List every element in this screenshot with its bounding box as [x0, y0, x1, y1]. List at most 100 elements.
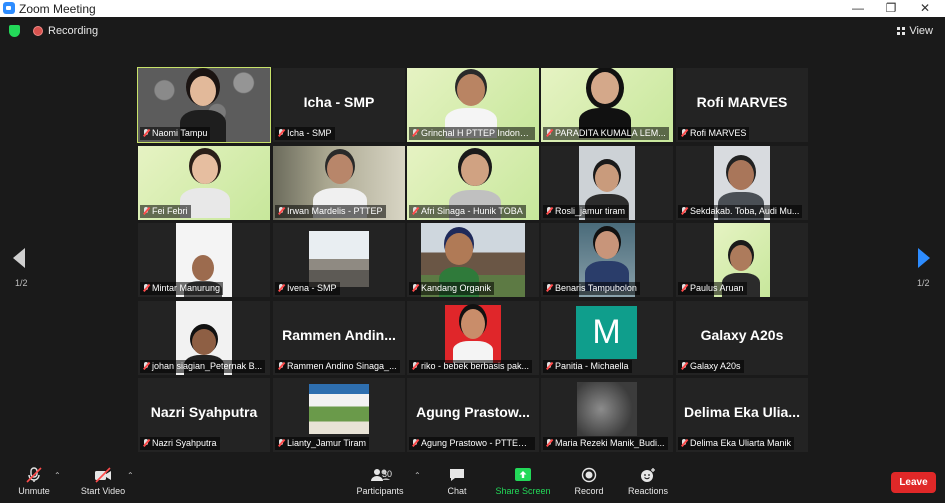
participant-tile[interactable]: Grinchal H PTTEP Indone...: [407, 68, 539, 142]
participant-tile[interactable]: Lianty_Jamur Tiram: [273, 378, 405, 452]
page-indicator-right: 1/2: [917, 278, 930, 288]
unmute-button[interactable]: Unmute: [14, 463, 54, 496]
video-off-icon: [95, 467, 111, 483]
participant-display-name: Agung Prastow...: [416, 404, 530, 420]
zoom-app-icon: [3, 2, 15, 14]
share-screen-label: Share Screen: [495, 486, 551, 496]
participant-name-label: Icha - SMP: [275, 127, 335, 140]
participant-tile[interactable]: Rosli_jamur tiram: [541, 146, 673, 220]
participant-tile[interactable]: Rammen Andin... Rammen Andino Sinaga_...: [273, 301, 405, 375]
restore-button[interactable]: ❐: [876, 0, 906, 17]
participant-tile[interactable]: Kandang Organik: [407, 223, 539, 297]
muted-mic-icon: [546, 439, 552, 447]
participant-tile[interactable]: Nazri Syahputra Nazri Syahputra: [138, 378, 270, 452]
meeting-topbar: Recording View: [0, 17, 945, 45]
muted-mic-icon: [143, 284, 149, 292]
participant-name-label: Sekdakab. Toba, Audi Mu...: [678, 205, 803, 218]
participant-tile[interactable]: Fei Febri: [138, 146, 270, 220]
participant-name-label: Rofi MARVES: [678, 127, 750, 140]
window-titlebar: Zoom Meeting — ❐ ✕: [0, 0, 945, 17]
participant-tile[interactable]: Rofi MARVES Rofi MARVES: [676, 68, 808, 142]
leave-button[interactable]: Leave: [891, 472, 936, 493]
muted-mic-icon: [278, 129, 284, 137]
view-label: View: [909, 25, 933, 37]
participant-name-label: Rosli_jamur tiram: [543, 205, 629, 218]
participant-video: [309, 231, 369, 287]
participant-video: [309, 384, 369, 434]
muted-mic-icon: [412, 439, 418, 447]
participant-name-label: Nazri Syahputra: [140, 437, 220, 450]
reactions-smiley-icon: [641, 468, 655, 482]
record-label: Record: [574, 486, 604, 496]
participant-name-label: Afri Sinaga - Hunik TOBA: [409, 205, 526, 218]
muted-mic-icon: [681, 284, 687, 292]
page-indicator-left: 1/2: [15, 278, 28, 288]
participant-tile[interactable]: PARADITA KUMALA LEM...: [541, 68, 673, 142]
meeting-toolbar: Unmute ⌃ Start Video ⌃ 30 Participants ⌃…: [0, 463, 945, 503]
participant-tile[interactable]: Galaxy A20s Galaxy A20s: [676, 301, 808, 375]
record-icon: [581, 467, 597, 483]
chat-icon: [450, 469, 464, 481]
participants-label: Participants: [356, 486, 404, 496]
previous-page-arrow-icon[interactable]: [13, 248, 25, 268]
window-title: Zoom Meeting: [19, 2, 96, 16]
muted-mic-icon: [143, 362, 149, 370]
participant-tile[interactable]: Maria Rezeki Manik_Budi...: [541, 378, 673, 452]
participants-options-caret-icon[interactable]: ⌃: [414, 471, 421, 480]
participant-name-label: johan siagian_Peternak B...: [140, 360, 266, 373]
participant-name-label: Benaris Tampubolon: [543, 282, 640, 295]
close-button[interactable]: ✕: [910, 0, 940, 17]
participant-tile[interactable]: Mintar Manurung: [138, 223, 270, 297]
start-video-label: Start Video: [80, 486, 126, 496]
participant-display-name: Nazri Syahputra: [150, 404, 258, 420]
muted-microphone-icon: [26, 467, 42, 483]
next-page-arrow-icon[interactable]: [918, 248, 930, 268]
participant-avatar: M: [576, 306, 637, 359]
participants-count: 30: [382, 469, 393, 479]
audio-options-caret-icon[interactable]: ⌃: [54, 471, 61, 480]
participant-tile[interactable]: M Panitia - Michaella: [541, 301, 673, 375]
participant-name-label: Irwan Mardelis - PTTEP: [275, 205, 386, 218]
participant-tile[interactable]: Benaris Tampubolon: [541, 223, 673, 297]
participant-tile[interactable]: riko - bebek berbasis pak...: [407, 301, 539, 375]
unmute-label: Unmute: [18, 486, 50, 496]
chat-label: Chat: [447, 486, 467, 496]
participant-tile[interactable]: Afri Sinaga - Hunik TOBA: [407, 146, 539, 220]
shield-icon[interactable]: [9, 25, 20, 37]
participant-tile[interactable]: Sekdakab. Toba, Audi Mu...: [676, 146, 808, 220]
participant-name-label: Galaxy A20s: [678, 360, 744, 373]
reactions-label: Reactions: [627, 486, 669, 496]
start-video-button[interactable]: Start Video: [76, 463, 130, 496]
participant-video: [577, 382, 637, 436]
participant-name-label: Panitia - Michaella: [543, 360, 632, 373]
muted-mic-icon: [278, 207, 284, 215]
record-button[interactable]: Record: [572, 463, 606, 496]
muted-mic-icon: [412, 284, 418, 292]
participants-button[interactable]: 30 Participants: [352, 463, 408, 496]
muted-mic-icon: [143, 129, 149, 137]
muted-mic-icon: [143, 439, 149, 447]
participant-tile[interactable]: Icha - SMP Icha - SMP: [273, 68, 405, 142]
view-button[interactable]: View: [897, 25, 933, 37]
muted-mic-icon: [412, 362, 418, 370]
participant-tile[interactable]: Paulus Aruan: [676, 223, 808, 297]
participant-tile[interactable]: Ivena - SMP: [273, 223, 405, 297]
participant-tile[interactable]: Delima Eka Ulia... Delima Eka Uliarta Ma…: [676, 378, 808, 452]
participant-tile[interactable]: johan siagian_Peternak B...: [138, 301, 270, 375]
participant-tile[interactable]: Naomi Tampu: [137, 67, 271, 143]
muted-mic-icon: [278, 362, 284, 370]
muted-mic-icon: [546, 129, 552, 137]
recording-icon: [33, 26, 43, 36]
chat-button[interactable]: Chat: [440, 463, 474, 496]
muted-mic-icon: [278, 439, 284, 447]
participant-tile[interactable]: Irwan Mardelis - PTTEP: [273, 146, 405, 220]
participant-tile[interactable]: Agung Prastow... Agung Prastowo - PTTEP …: [407, 378, 539, 452]
share-screen-button[interactable]: Share Screen: [494, 463, 552, 496]
minimize-button[interactable]: —: [843, 0, 873, 17]
muted-mic-icon: [546, 362, 552, 370]
participant-name-label: Paulus Aruan: [678, 282, 747, 295]
reactions-button[interactable]: Reactions: [625, 463, 671, 496]
muted-mic-icon: [278, 284, 284, 292]
video-options-caret-icon[interactable]: ⌃: [127, 471, 134, 480]
participant-display-name: Icha - SMP: [303, 94, 375, 110]
